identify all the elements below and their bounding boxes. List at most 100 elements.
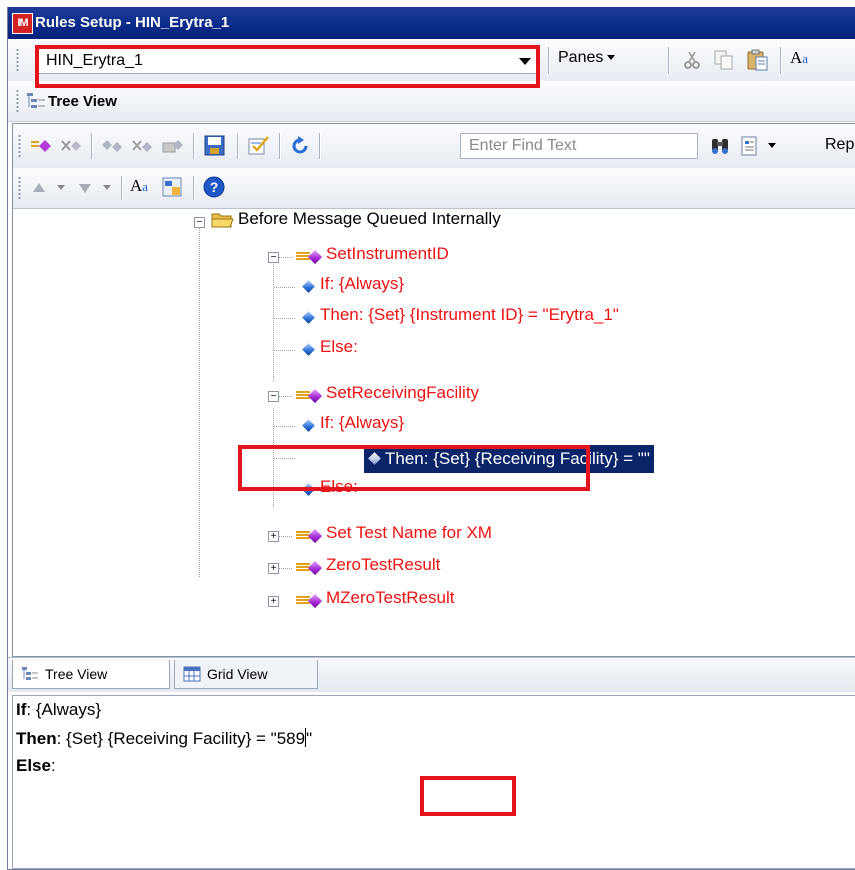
font-icon[interactable]: Aa: [130, 176, 148, 196]
toolbar-grip-icon[interactable]: [18, 134, 21, 158]
else-text: :: [50, 756, 56, 775]
add-rule-icon[interactable]: [29, 137, 53, 155]
expand-icon[interactable]: +: [268, 563, 279, 574]
move-up-icon[interactable]: [31, 180, 47, 196]
tree-edit-toolbar: Enter Find Text Rep: [13, 124, 855, 169]
delete-condition-icon[interactable]: [131, 137, 155, 155]
tree-node-rule[interactable]: SetReceivingFacility: [326, 383, 479, 403]
dropdown-arrow-icon[interactable]: [103, 185, 111, 190]
dropdown-arrow-icon[interactable]: [57, 185, 65, 190]
tree-node-rule[interactable]: ZeroTestResult: [326, 555, 440, 575]
properties-icon[interactable]: [161, 176, 185, 200]
toolbar-separator: [91, 133, 93, 159]
rule-editor[interactable]: If: {Always} Then: {Set} {Receiving Faci…: [12, 695, 855, 869]
panes-menu-button[interactable]: Panes: [558, 49, 616, 67]
move-down-icon[interactable]: [77, 180, 93, 196]
tree-guide-line: [279, 536, 293, 537]
toolbar-separator: [780, 47, 782, 74]
tree-node-then[interactable]: Then: {Set} {Instrument ID} = "Erytra_1": [320, 305, 619, 325]
value-close-quote: ": [306, 729, 313, 748]
condition-icon: [302, 419, 315, 432]
report-icon[interactable]: [740, 135, 760, 157]
toolbar-grip-icon[interactable]: [16, 48, 19, 72]
toolbar-separator: [548, 47, 550, 74]
dropdown-arrow-icon: [607, 55, 616, 61]
cut-icon[interactable]: [682, 50, 702, 70]
dropdown-arrow-icon[interactable]: [768, 143, 776, 148]
tree-view-title: Tree View: [48, 93, 117, 110]
editor-else-line: Else:: [16, 756, 56, 776]
tree-node-rule[interactable]: SetInstrumentID: [326, 244, 449, 264]
grid-icon: [183, 666, 201, 682]
tree-guide-line: [279, 257, 293, 258]
rule-icon: [307, 593, 323, 609]
tree-node-if[interactable]: If: {Always}: [320, 413, 404, 433]
tree-node-then-selected[interactable]: Then: {Set} {Receiving Facility} = "": [364, 445, 654, 473]
condition-icon: [302, 483, 315, 496]
copy-icon[interactable]: [713, 49, 735, 71]
validate-icon[interactable]: [247, 134, 271, 158]
tab-tree-view-label: Tree View: [45, 666, 108, 682]
report-button-label[interactable]: Rep: [825, 136, 854, 154]
collapse-icon[interactable]: −: [268, 252, 279, 263]
rules-setup-window: IM Rules Setup - HIN_Erytra_1 HIN_Erytra…: [7, 7, 855, 870]
tree-guide-line: [274, 458, 296, 459]
tree-guide-line: [274, 490, 296, 491]
condition-icon: [302, 280, 315, 293]
toolbar-separator: [193, 133, 195, 159]
main-toolbar: HIN_Erytra_1 Panes Aa: [8, 39, 855, 82]
collapse-icon[interactable]: −: [268, 391, 279, 402]
editor-then-line: Then: {Set} {Receiving Facility} = "589": [16, 728, 312, 749]
panes-label: Panes: [558, 49, 604, 66]
tree-guide-line: [279, 396, 293, 397]
tree-node-rule[interactable]: MZeroTestResult: [326, 588, 454, 608]
svg-text:?: ?: [210, 179, 219, 195]
if-keyword: If: [16, 700, 27, 719]
tree-guide-line: [279, 568, 293, 569]
save-icon[interactable]: [203, 134, 227, 158]
tree-node-if[interactable]: If: {Always}: [320, 274, 404, 294]
find-text-input[interactable]: Enter Find Text: [460, 133, 698, 159]
toolbar-separator: [319, 133, 321, 159]
folder-open-icon: [211, 213, 234, 228]
view-tabs: Tree View Grid View: [8, 657, 855, 692]
toolbar-separator: [668, 47, 670, 74]
condition-icon: [368, 452, 381, 465]
tree-pane: Enter Find Text Rep Aa ? − Before Messag…: [12, 123, 855, 657]
delete-rule-icon[interactable]: [59, 137, 83, 155]
tab-grid-view-label: Grid View: [207, 666, 268, 682]
tree-guide-line: [199, 228, 200, 578]
window-title: Rules Setup - HIN_Erytra_1: [35, 14, 230, 31]
help-icon[interactable]: ?: [203, 176, 227, 200]
toolbar-grip-icon[interactable]: [18, 176, 21, 200]
receiving-facility-value[interactable]: "589: [271, 729, 305, 748]
chevron-down-icon[interactable]: [517, 52, 533, 70]
ruleset-combobox[interactable]: HIN_Erytra_1: [38, 47, 538, 74]
tree-node-else[interactable]: Else:: [320, 477, 358, 497]
font-icon[interactable]: Aa: [790, 48, 808, 68]
ruleset-value: HIN_Erytra_1: [46, 52, 143, 69]
tree-guide-line: [273, 262, 274, 382]
if-text: : {Always}: [26, 700, 102, 719]
tree-view-toolbar: Tree View: [8, 81, 855, 122]
rules-tree[interactable]: − Before Message Queued Internally − Set…: [13, 208, 855, 656]
expand-icon[interactable]: +: [268, 531, 279, 542]
refresh-icon[interactable]: [289, 135, 311, 157]
binoculars-icon[interactable]: [710, 136, 732, 156]
expand-icon[interactable]: +: [268, 596, 279, 607]
paste-icon[interactable]: [746, 48, 770, 72]
then-keyword: Then: [16, 729, 57, 748]
tab-grid-view[interactable]: Grid View: [174, 660, 318, 689]
move-condition-icon[interactable]: [161, 137, 185, 155]
add-condition-icon[interactable]: [101, 137, 125, 155]
toolbar-separator: [237, 133, 239, 159]
rule-icon: [307, 388, 323, 404]
tab-tree-view[interactable]: Tree View: [12, 660, 170, 689]
collapse-icon[interactable]: −: [194, 217, 205, 228]
editor-if-line: If: {Always}: [16, 700, 101, 720]
tree-node-else[interactable]: Else:: [320, 337, 358, 357]
tree-node-event[interactable]: Before Message Queued Internally: [238, 209, 501, 229]
tree-node-rule[interactable]: Set Test Name for XM: [326, 523, 492, 543]
else-keyword: Else: [16, 756, 51, 775]
toolbar-grip-icon[interactable]: [16, 89, 19, 113]
